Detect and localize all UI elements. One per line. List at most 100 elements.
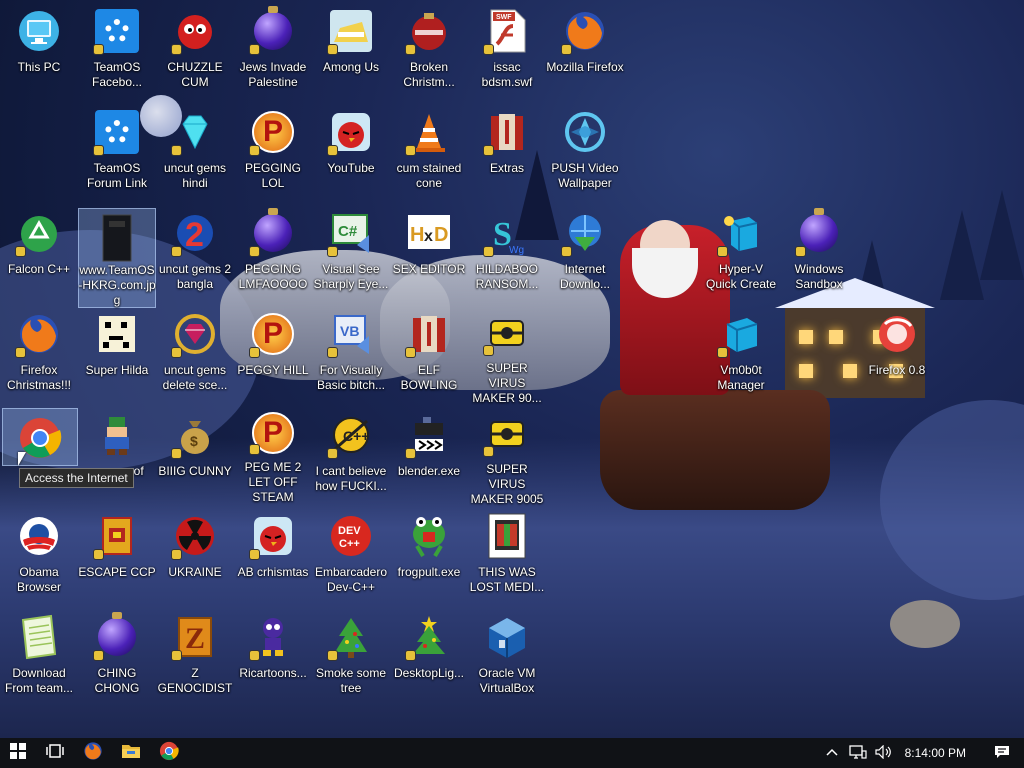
desktop-icon-ukraine[interactable]: UKRAINE (156, 507, 234, 603)
desktop-icon-visual-see-sharply[interactable]: C# Visual See Sharply Eye... (312, 204, 390, 300)
desktop-icon-mozilla-firefox[interactable]: Mozilla Firefox (546, 2, 624, 98)
desktop-icon-firefox-christmas[interactable]: Firefox Christmas!!! (0, 305, 78, 401)
desktop-icon-teamos-jpg[interactable]: www.TeamOS-HKRG.com.jpg (78, 208, 156, 308)
desktop-icon-google-chrome[interactable] (2, 408, 78, 466)
desktop-icon-uncut-gems-hindi[interactable]: uncut gems hindi (156, 103, 234, 199)
network-button[interactable] (845, 744, 871, 762)
desktop-icon-firefox-0-8[interactable]: Firefox 0.8 (858, 305, 936, 401)
desktop-icon-issac-swf[interactable]: SWF issac bdsm.swf (468, 2, 546, 98)
desktop-icon-peggy-hill[interactable]: P PEGGY HILL (234, 305, 312, 401)
diamond-icon (172, 109, 218, 155)
desktop-icon-teamos-facebook[interactable]: TeamOS Facebo... (78, 2, 156, 98)
desktop-icon-hyper-v-quick-create[interactable]: Hyper-V Quick Create (702, 204, 780, 300)
vb-icon: VB (328, 311, 374, 357)
firefox-icon (83, 741, 103, 766)
desktop-icon-ricartoons[interactable]: Ricartoons... (234, 608, 312, 704)
desktop-icon-label: blender.exe (397, 464, 461, 478)
desktop-icon-windows-sandbox[interactable]: Windows Sandbox (780, 204, 858, 300)
desktop-icon-sex-editor[interactable]: HxD SEX EDITOR (390, 204, 468, 300)
desktop-icon-peg-me-2[interactable]: P PEG ME 2 LET OFF STEAM (234, 406, 312, 504)
file-explorer-icon (121, 742, 141, 765)
desktop-icon-vm0b0t-manager[interactable]: Vm0b0t Manager (702, 305, 780, 401)
hyperv-icon (718, 210, 764, 256)
desktop-icon-label: AB crhismtas (237, 565, 309, 579)
desktop-icon-z-genocidist[interactable]: Z Z GENOCIDIST (156, 608, 234, 704)
desktop-icon-label: Visual See Sharply Eye... (313, 262, 389, 291)
desktop-icon-cum-stained-cone[interactable]: cum stained cone (390, 103, 468, 199)
sleigh-decoration (600, 390, 830, 510)
volume-icon (875, 744, 893, 762)
desktop-icon-oracle-virtualbox[interactable]: Oracle VM VirtualBox (468, 608, 546, 704)
hxd-icon: HxD (406, 210, 452, 256)
desktop-icon-pegging-lol[interactable]: P PEGGING LOL (234, 103, 312, 199)
desktop-icon-biiig-cunny[interactable]: $ BIIIG CUNNY (156, 406, 234, 502)
start-button[interactable] (0, 738, 36, 768)
desktop-icon-teamos-forum-link[interactable]: TeamOS Forum Link (78, 103, 156, 199)
desktop-icon-super-hilda[interactable]: Super Hilda (78, 305, 156, 401)
task-view-button[interactable] (36, 738, 74, 768)
taskbar-chrome-button[interactable] (150, 738, 188, 768)
taskbar: 8:14:00 PM (0, 738, 1024, 768)
devcpp-icon: DEV C++ (328, 513, 374, 559)
desktop-icon-jews-invade-palestine[interactable]: Jews Invade Palestine (234, 2, 312, 98)
desktop-icon-visually-basic[interactable]: VB For Visually Basic bitch... (312, 305, 390, 401)
desktop-icon-embarcadero-devcpp[interactable]: DEV C++ Embarcadero Dev-C++ (312, 507, 390, 603)
desktop-icon-label: This PC (17, 60, 61, 74)
desktop-icon-obama-browser[interactable]: Obama Browser (0, 507, 78, 603)
desktop-icon-super-virus-maker-9005[interactable]: SUPER VIRUS MAKER 9005 (468, 406, 546, 506)
taskbar-firefox-button[interactable] (74, 738, 112, 768)
desktop-icon-label: www.TeamOS-HKRG.com.jpg (78, 263, 156, 307)
firefox-old-icon (874, 311, 920, 357)
p-icon: P (250, 412, 296, 454)
desktop-icon-uncut-gems-delete[interactable]: uncut gems delete sce... (156, 305, 234, 401)
desktop-icon-falcon-cpp[interactable]: Falcon C++ (0, 204, 78, 300)
desktop-icon-label: Download From team... (4, 666, 73, 695)
desktop-icon-broken-christmas[interactable]: Broken Christm... (390, 2, 468, 98)
desktop-icon-label: Super Hilda (85, 363, 149, 377)
desktop-icon-escape-ccp[interactable]: ESCAPE CCP (78, 507, 156, 603)
desktop-icon-internet-download[interactable]: Internet Downlo... (546, 204, 624, 300)
desktop-icon-push-video-wallpaper[interactable]: PUSH Video Wallpaper (546, 103, 624, 199)
desktop-icon-download-from-team[interactable]: Download From team... (0, 608, 78, 704)
frog-icon (406, 513, 452, 559)
blender-icon (406, 412, 452, 458)
volume-button[interactable] (871, 744, 897, 762)
desktop-icon-among-us[interactable]: Among Us (312, 2, 390, 98)
angry-bird-icon (250, 513, 296, 559)
desktop-icon-label: Obama Browser (16, 565, 61, 594)
desktop-icon-label: PEGGING LMFAOOOO (238, 262, 308, 291)
tooltip: Access the Internet (19, 468, 134, 488)
desktop-icon-super-virus-maker-90[interactable]: SUPER VIRUS MAKER 90... (468, 305, 546, 405)
desktop-icon-extras[interactable]: Extras (468, 103, 546, 199)
desktop-icon-smoke-some-tree[interactable]: Smoke some tree (312, 608, 390, 704)
desktop-icon-hildaboo-ransom[interactable]: S Wg HILDABOO RANSOM... (468, 204, 546, 300)
desktop-icon-label: Embarcadero Dev-C++ (314, 565, 388, 594)
desktop-icon-blender[interactable]: blender.exe (390, 406, 468, 502)
ornament-icon (406, 8, 452, 54)
p-icon: P (250, 109, 296, 155)
desktop-icon-label: ESCAPE CCP (78, 565, 156, 579)
pine-tree-decoration (940, 210, 984, 300)
desktop-icon-this-pc[interactable]: This PC (0, 2, 78, 98)
action-center-button[interactable] (980, 738, 1024, 768)
traffic-cone-icon (406, 109, 452, 155)
desktop-icon-uncut-gems-2[interactable]: 2 uncut gems 2 bangla (156, 204, 234, 300)
desktop-icon-pegging-lmfaooo[interactable]: PEGGING LMFAOOOO (234, 204, 312, 300)
mouse-cursor (18, 452, 26, 466)
desktop-icon-label: DesktopLig... (393, 666, 465, 680)
desktop-icon-ching-chong[interactable]: CHING CHONG (78, 608, 156, 704)
desktop-icon-i-cant-believe[interactable]: C++ I cant believe how FUCKI... (312, 406, 390, 502)
desktop-icon-frogpult[interactable]: frogpult.exe (390, 507, 468, 603)
recycle-icon (16, 210, 62, 256)
desktop-icon-ab-christmas[interactable]: AB crhismtas (234, 507, 312, 603)
desktop-icon-chuzzle[interactable]: CHUZZLE CUM (156, 2, 234, 98)
taskbar-file-explorer-button[interactable] (112, 738, 150, 768)
desktop-icon-youtube[interactable]: YouTube (312, 103, 390, 199)
show-hidden-icons-button[interactable] (819, 746, 845, 760)
desktop-icon-elf-bowling[interactable]: ELF BOWLING (390, 305, 468, 401)
desktop-icon-desktoplights[interactable]: DesktopLig... (390, 608, 468, 704)
taskbar-clock[interactable]: 8:14:00 PM (897, 746, 980, 760)
desktop-icon-lost-media[interactable]: THIS WAS LOST MEDI... (468, 507, 546, 603)
number-two-icon: 2 (172, 210, 218, 256)
desktop-icon-label: issac bdsm.swf (481, 60, 533, 89)
